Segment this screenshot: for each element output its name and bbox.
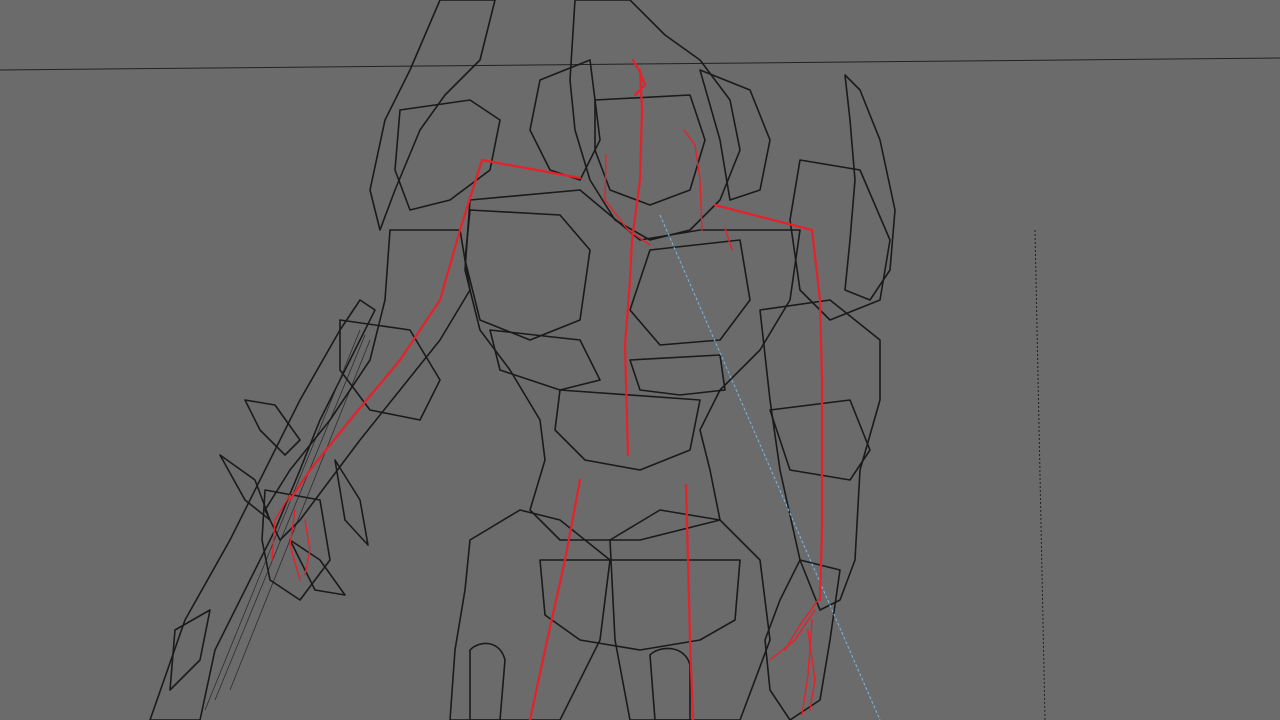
bone-left-forearm[interactable] — [288, 358, 402, 502]
bone-right-upper-arm[interactable] — [810, 228, 824, 452]
head-mesh[interactable] — [529, 0, 771, 241]
bone-right-hand-1[interactable] — [784, 599, 819, 651]
bone-right-hand-3[interactable] — [801, 619, 813, 716]
bone-spine[interactable] — [623, 68, 644, 457]
lower-body-mesh[interactable] — [449, 509, 771, 720]
right-arm-mesh[interactable] — [759, 299, 881, 720]
bone-left-clavicle[interactable] — [480, 158, 582, 180]
bone-neck-left[interactable] — [604, 154, 651, 246]
bone-left-leg[interactable] — [528, 478, 582, 720]
bone-left-upper-arm[interactable] — [398, 158, 484, 362]
3d-viewport[interactable] — [0, 0, 1280, 720]
bone-right-clavicle[interactable] — [713, 203, 814, 232]
left-shoulder-horn[interactable] — [369, 0, 501, 231]
bone-right-forearm[interactable] — [818, 448, 824, 602]
bone-jaw[interactable] — [724, 227, 733, 251]
bone-left-hand-3[interactable] — [304, 519, 311, 576]
bone-head[interactable] — [631, 58, 647, 97]
sword-mesh[interactable] — [149, 299, 376, 720]
vertical-guide-line — [1034, 229, 1046, 720]
bone-left-hand-1[interactable] — [271, 494, 291, 561]
wireframe-scene[interactable] — [0, 0, 1280, 720]
right-shoulder-horn[interactable] — [789, 74, 896, 321]
horizon-line — [0, 57, 1280, 71]
